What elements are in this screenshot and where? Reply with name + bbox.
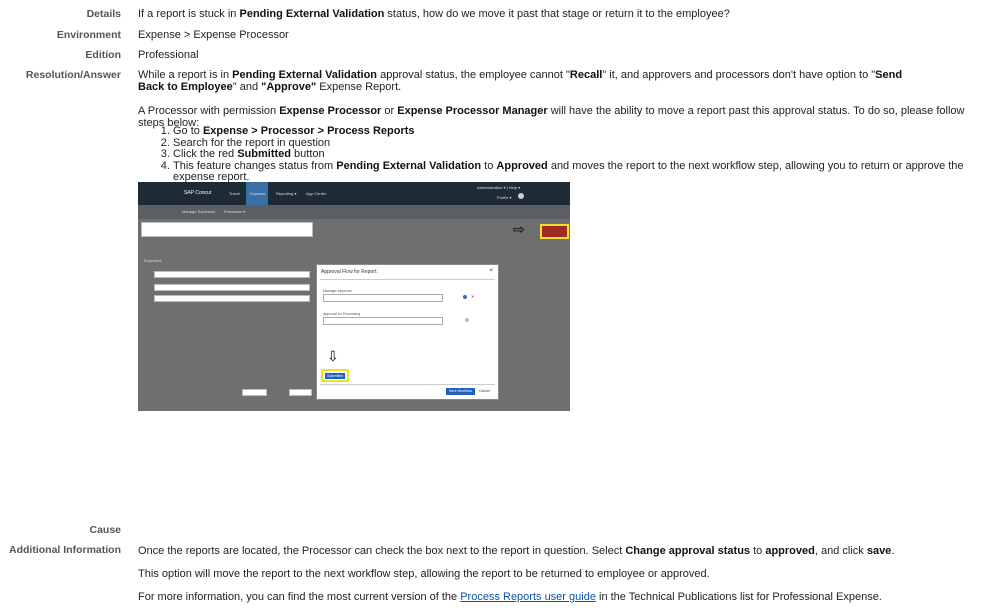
resolution-p1-bold: Pending External Validation [232,69,378,81]
resolution-p1-bold: Recall [569,69,603,81]
close-icon[interactable]: × [489,268,493,274]
save-workflow-button[interactable]: Save Workflow [446,388,475,395]
step-text: to [481,159,497,172]
admin-menu: Administration ▾ | Help ▾ [477,185,521,190]
details-label: Details [86,8,121,20]
edition-label: Edition [85,49,121,61]
nav-app-center: App Center [306,191,327,196]
add-step-icon[interactable] [463,295,467,299]
step-bold: Pending External Validation [336,159,482,172]
remove-step-icon[interactable]: ✕ [471,294,474,299]
report-header-box [141,222,313,237]
step-bold: Expense > Processor > Process Reports [202,125,415,137]
processing-approval-label: Approval for Processing [323,312,361,316]
resolution-label: Resolution/Answer [25,69,121,81]
arrow-down-icon: ⇩ [327,348,339,364]
details-text-post: status, how do we move it past that stag… [384,8,730,20]
subnav-manage-expenses: Manage Expenses [182,209,216,214]
additional-p1-bold: save [866,545,892,557]
avatar [518,193,524,199]
subnav-processor: Processor ▾ [224,209,246,214]
details-text-pre: If a report is stuck in [138,8,240,20]
expense-row [154,284,310,291]
step-text: Click the red [173,148,238,160]
step-text: button [290,148,325,160]
step-item: This feature changes status from Pending… [173,159,999,184]
manager-approval-field[interactable] [323,294,443,302]
arrow-right-icon: ⇨ [513,221,525,237]
profile-menu: Profile ▾ [497,195,512,200]
divider [320,279,495,280]
step-text: This feature changes status from [173,159,337,172]
resolution-p1-text: While a report is in [138,69,233,81]
resolution-p2-text: A Processor with permission [138,105,280,117]
dialog-title: Approval Flow for Report: [321,269,378,275]
step-text: Search for the report in question [173,136,331,149]
additional-p3-text: For more information, you can find the m… [138,591,461,603]
nav-reporting: Reporting ▾ [276,191,297,196]
additional-p3-text: in the Technical Publications list for P… [595,591,882,603]
cause-label: Cause [89,524,121,536]
resolution-p1-text: approval status, the employee cannot " [377,69,570,81]
status-button-highlight [540,224,569,239]
resolution-p1-text: " and [232,81,262,93]
additional-p3: For more information, you can find the m… [138,591,993,603]
manager-approval-label: Manager Approval [323,289,352,293]
resolution-p2-text: or [381,105,398,117]
concur-logo: SAP Concur [184,190,212,196]
cancel-button[interactable]: Cancel [479,389,490,393]
additional-p1: Once the reports are located, the Proces… [138,545,993,557]
processing-approval-field[interactable] [323,317,443,325]
expense-row [154,295,310,302]
divider [320,384,495,385]
additional-p1-text: . [891,545,895,557]
additional-p1-bold: Change approval status [625,545,751,557]
resolution-p2-bold: Expense Processor [279,105,382,117]
submitted-button[interactable]: Submitted [325,372,345,379]
additional-label: Additional Information [9,544,121,556]
resolution-p1-text: " it, and approvers and processors don't… [602,69,876,81]
nav-travel: Travel [229,191,240,196]
resolution-p1: While a report is in Pending External Va… [138,69,908,93]
approval-flow-dialog: Approval Flow for Report: × Manager Appr… [316,264,499,400]
step-bold: Submitted [237,148,291,160]
additional-p1-text: to [750,545,766,557]
total-box [289,389,312,396]
details-text: If a report is stuck in Pending External… [138,8,993,20]
environment-label: Environment [56,29,121,41]
environment-value: Expense > Expense Processor [138,29,289,41]
resolution-steps: Go to Expense > Processor > Process Repo… [138,125,999,184]
expense-row [154,271,310,278]
edition-value: Professional [138,49,199,61]
additional-p1-bold: approved [765,545,815,557]
total-box [242,389,267,396]
additional-p1-text: Once the reports are located, the Proces… [138,545,626,557]
additional-p1-text: , and click [814,545,867,557]
resolution-p1-text: Expense Report. [316,81,402,93]
details-text-bold: Pending External Validation [239,8,385,20]
step-text: Go to [173,125,203,137]
submitted-button-highlight: Submitted [321,369,349,382]
step-bold: Approved [496,159,548,172]
process-reports-guide-link[interactable]: Process Reports user guide [460,591,596,603]
resolution-p2-bold: Expense Processor Manager [397,105,548,117]
expenses-label: Expenses [144,258,162,263]
nav-expense: Expense [250,191,266,196]
add-step-icon[interactable] [465,318,469,322]
resolution-p1-bold: "Approve" [261,81,317,93]
additional-p2: This option will move the report to the … [138,568,710,580]
